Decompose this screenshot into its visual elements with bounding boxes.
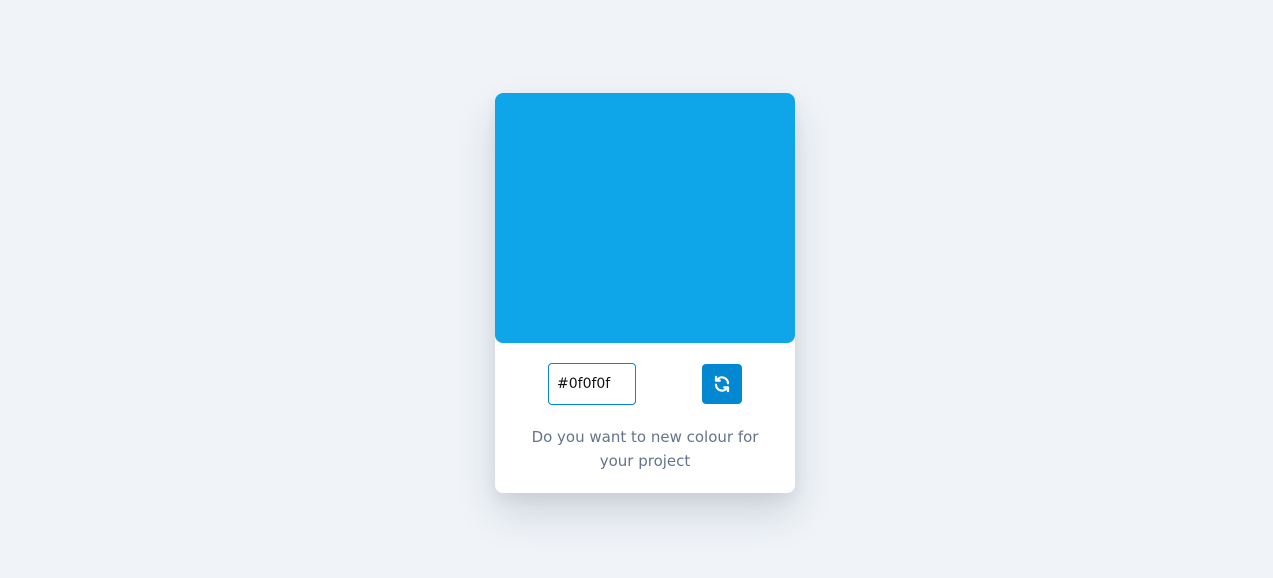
controls-row xyxy=(495,343,795,425)
color-swatch xyxy=(495,93,795,343)
refresh-color-button[interactable] xyxy=(702,364,742,404)
refresh-icon xyxy=(713,375,731,393)
caption-text: Do you want to new colour for your proje… xyxy=(531,428,759,470)
hex-color-input[interactable] xyxy=(548,363,636,405)
color-card: Do you want to new colour for your proje… xyxy=(495,93,795,493)
